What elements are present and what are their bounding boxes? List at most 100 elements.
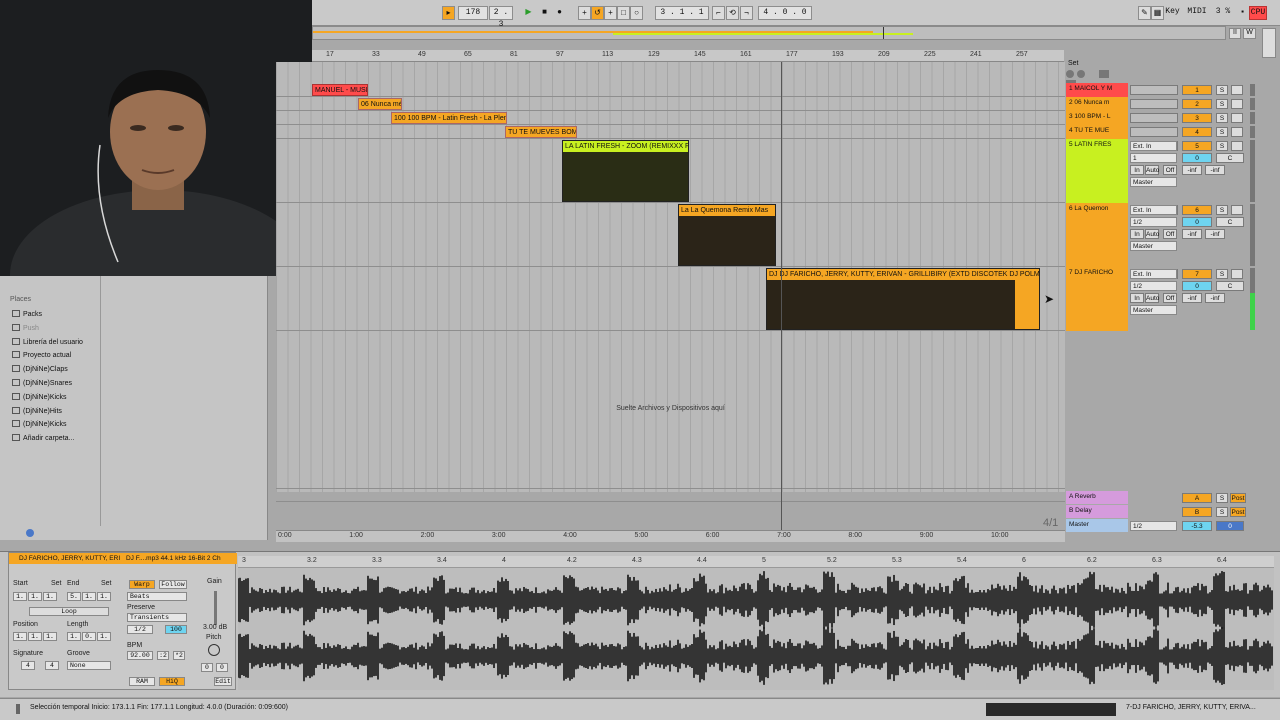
- volume-bar[interactable]: [1130, 127, 1178, 137]
- track-activator[interactable]: 4: [1182, 127, 1212, 137]
- length-bar[interactable]: 1.: [67, 632, 81, 641]
- scroll-left-icon[interactable]: [1066, 70, 1074, 78]
- master-pan-field[interactable]: 0: [1216, 521, 1244, 531]
- browser-item[interactable]: (DjNiNe)Kicks: [12, 420, 67, 428]
- transpose-field[interactable]: 0: [201, 663, 213, 672]
- metronome-icon[interactable]: ○: [630, 6, 643, 20]
- track-header-4[interactable]: 4 TU TE MUE: [1066, 125, 1128, 139]
- track-header-7[interactable]: 7 DJ FARICHO: [1066, 267, 1128, 331]
- monitor-button[interactable]: Auto: [1145, 293, 1159, 303]
- end-bar[interactable]: 5.: [67, 592, 81, 601]
- browser-item[interactable]: Añadir carpeta...: [12, 434, 74, 442]
- pan-field[interactable]: C: [1216, 153, 1244, 163]
- overview-toggle-icon[interactable]: W: [1243, 28, 1256, 39]
- length-sixteenth[interactable]: 1.: [97, 632, 111, 641]
- return-solo-button[interactable]: S: [1216, 507, 1228, 517]
- signature-field[interactable]: 2 . 3: [489, 6, 513, 29]
- browser-info-icon[interactable]: [26, 529, 34, 537]
- browser-item[interactable]: (DjNiNe)Hits: [12, 406, 62, 415]
- track-header-5[interactable]: 5 LATIN FRES: [1066, 139, 1128, 203]
- monitor-button[interactable]: Off: [1163, 293, 1177, 303]
- position-sixteenth[interactable]: 1.: [43, 632, 57, 641]
- volume-field[interactable]: 0: [1182, 217, 1212, 227]
- half-tempo-button[interactable]: :2: [157, 651, 169, 660]
- loop-length-field[interactable]: 4 . 0 . 0: [758, 6, 812, 20]
- position-beat[interactable]: 1.: [28, 632, 42, 641]
- output-select[interactable]: Master: [1130, 241, 1177, 251]
- groove-select[interactable]: None: [67, 661, 111, 670]
- punch-in-icon[interactable]: ⌐: [712, 6, 725, 20]
- overdub-icon[interactable]: +: [578, 6, 591, 20]
- monitor-button[interactable]: In: [1130, 229, 1144, 239]
- arm-button[interactable]: [1231, 113, 1243, 123]
- master-output-select[interactable]: 1/2: [1130, 521, 1177, 531]
- hiq-button[interactable]: HiQ: [159, 677, 185, 686]
- start-beat[interactable]: 1.: [28, 592, 42, 601]
- output-select[interactable]: Master: [1130, 177, 1177, 187]
- solo-button[interactable]: S: [1216, 269, 1228, 279]
- track-activator[interactable]: 1: [1182, 85, 1212, 95]
- track-activator[interactable]: 6: [1182, 205, 1212, 215]
- input-type-select[interactable]: Ext. In: [1130, 141, 1177, 151]
- transient-envelope-field[interactable]: 100: [165, 625, 187, 634]
- input-channel-select[interactable]: 1/2: [1130, 281, 1177, 291]
- track-activator[interactable]: 2: [1182, 99, 1212, 109]
- fold-icon[interactable]: [1099, 70, 1110, 78]
- capture-icon[interactable]: □: [617, 6, 630, 20]
- post-button[interactable]: Post: [1230, 507, 1246, 517]
- edit-button[interactable]: Edit: [214, 677, 232, 686]
- waveform-display[interactable]: [237, 568, 1274, 690]
- set-controls[interactable]: [1066, 70, 1126, 88]
- detune-field[interactable]: 0: [216, 663, 228, 672]
- solo-button[interactable]: S: [1216, 99, 1228, 109]
- post-button[interactable]: Post: [1230, 493, 1246, 503]
- input-type-select[interactable]: Ext. In: [1130, 269, 1177, 279]
- track-activator[interactable]: 5: [1182, 141, 1212, 151]
- tempo-field[interactable]: 178: [458, 6, 488, 20]
- volume-bar[interactable]: [1130, 99, 1178, 109]
- draw-mode-icon[interactable]: ✎: [1138, 6, 1151, 20]
- warp-button[interactable]: Warp: [129, 580, 155, 589]
- arm-button[interactable]: [1231, 85, 1243, 95]
- browser-item[interactable]: Push: [12, 323, 39, 332]
- clip-track-6[interactable]: La La Quemona Remix Mas: [678, 204, 776, 266]
- ram-button[interactable]: RAM: [129, 677, 155, 686]
- return-activator[interactable]: B: [1182, 507, 1212, 517]
- beat-time-ruler[interactable]: 17 33 49 65 81 97 113 129 145 161 177 193 209 225 241 2…: [312, 50, 1064, 62]
- stop-icon[interactable]: ■: [538, 6, 551, 20]
- start-set-button[interactable]: Set: [51, 580, 62, 587]
- time-ruler[interactable]: 0:00 1:00 2:00 3:00 4:00 5:00 6:00 7:00 8:00 9:00…: [276, 530, 1065, 542]
- return-track-3[interactable]: Master: [1066, 519, 1128, 532]
- position-bar[interactable]: 1.: [13, 632, 27, 641]
- monitor-button[interactable]: Auto: [1145, 229, 1159, 239]
- length-beat[interactable]: 0.: [82, 632, 96, 641]
- track-activator[interactable]: 7: [1182, 269, 1212, 279]
- monitor-button[interactable]: In: [1130, 293, 1144, 303]
- midi-map-label[interactable]: MIDI: [1186, 6, 1208, 20]
- play-icon[interactable]: ▶: [522, 6, 535, 20]
- browser-item[interactable]: (DjNiNe)Claps: [12, 365, 68, 373]
- arm-button[interactable]: [1231, 205, 1243, 215]
- solo-button[interactable]: S: [1216, 127, 1228, 137]
- track-header-6[interactable]: 6 La Quemon: [1066, 203, 1128, 267]
- track-activator[interactable]: 3: [1182, 113, 1212, 123]
- track-header-2[interactable]: 2 06 Nunca m: [1066, 97, 1128, 111]
- solo-button[interactable]: S: [1216, 113, 1228, 123]
- pause-view-icon[interactable]: II: [1229, 28, 1241, 39]
- end-sixteenth[interactable]: 1.: [97, 592, 111, 601]
- transient-loop-select[interactable]: 1/2: [127, 625, 153, 634]
- key-map-label[interactable]: Key: [1164, 6, 1181, 20]
- input-type-select[interactable]: Ext. In: [1130, 205, 1177, 215]
- solo-button[interactable]: S: [1216, 85, 1228, 95]
- monitor-button[interactable]: Off: [1163, 165, 1177, 175]
- clip-track-7[interactable]: DJ DJ FARICHO, JERRY, KUTTY, ERIVAN - GR…: [766, 268, 1040, 330]
- pan-field[interactable]: C: [1216, 281, 1244, 291]
- clip-title-bar[interactable]: DJ FARICHO, JERRY, KUTTY, ERI DJ F....mp…: [9, 553, 237, 564]
- arrangement-overview[interactable]: [312, 26, 1226, 40]
- bpm-field[interactable]: 92.00: [127, 651, 153, 660]
- position-field[interactable]: 3 . 1 . 1: [655, 6, 709, 20]
- zoom-scroll-control[interactable]: [1262, 28, 1276, 58]
- volume-field[interactable]: 0: [1182, 153, 1212, 163]
- loop-button[interactable]: Loop: [29, 607, 109, 616]
- browser-item[interactable]: Proyecto actual: [12, 351, 71, 359]
